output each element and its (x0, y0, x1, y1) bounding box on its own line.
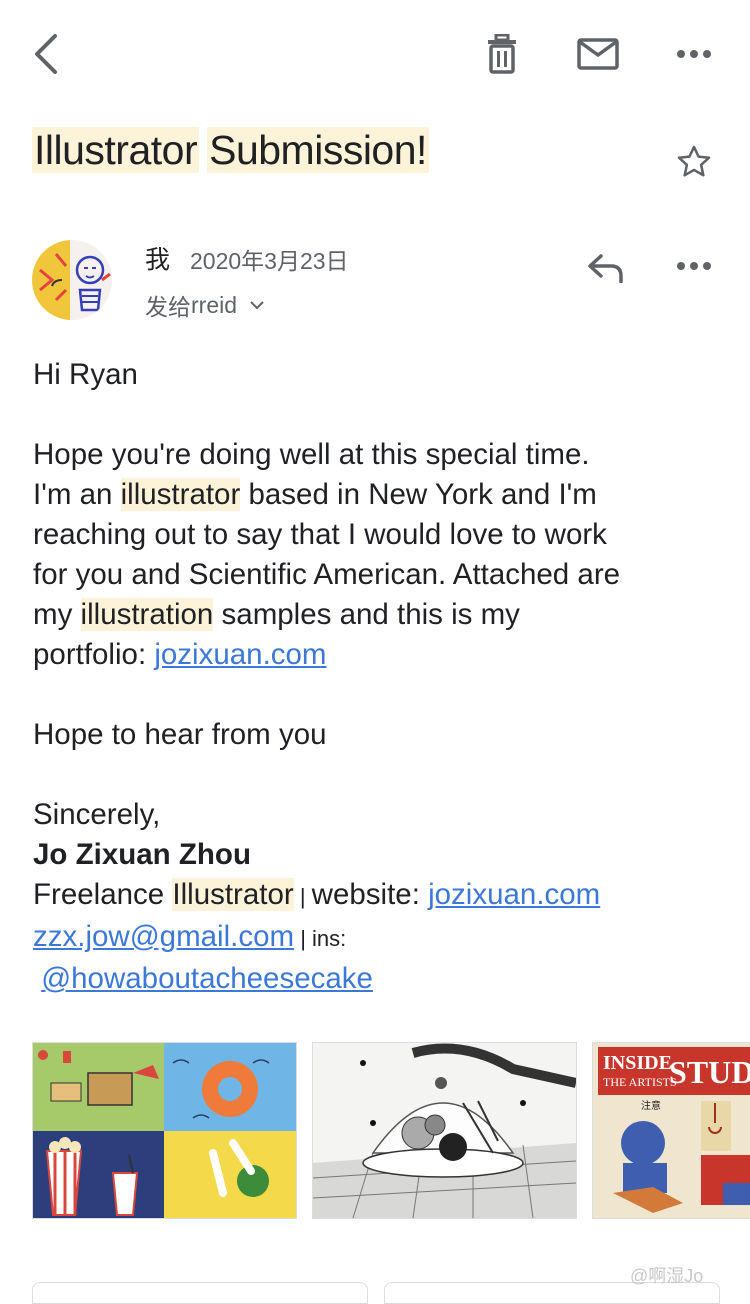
watermark: @啊湿Jo (630, 1266, 704, 1286)
recipient-name: rreid (191, 291, 238, 318)
message-date: 2020年3月23日 (190, 248, 349, 274)
sender-avatar[interactable] (32, 240, 112, 320)
body-line: Hope to hear from you (33, 718, 327, 751)
signature-role: Freelance Illustrator | website: jozixua… (33, 878, 601, 911)
highlight-illustration: illustration (80, 598, 214, 631)
chevron-left-icon (35, 34, 57, 74)
subject-word-submission: Submission! (207, 127, 429, 173)
recipient-prefix: 发给 (145, 294, 191, 320)
trash-icon (488, 34, 516, 74)
attachment-thumbnail[interactable] (312, 1042, 577, 1219)
chevron-down-icon (250, 301, 264, 310)
star-button[interactable] (670, 138, 718, 186)
thumb-cn-label: 注意 (641, 1099, 661, 1112)
reply-button[interactable] (582, 244, 630, 292)
thumb-title-studio: STUDIO (669, 1054, 750, 1090)
website-link[interactable]: jozixuan.com (428, 878, 600, 911)
envelope-icon (577, 38, 619, 70)
recipient-details-toggle[interactable]: 发给 rreid (145, 288, 265, 322)
closing: Sincerely, (33, 798, 161, 831)
email-body: Hi Ryan Hope you're doing well at this s… (33, 355, 733, 999)
sender-name: 我 (145, 246, 171, 274)
signature-instagram: @howaboutacheesecake (33, 959, 733, 999)
portfolio-link[interactable]: jozixuan.com (154, 638, 326, 671)
thumb-title-inside: INSIDE (603, 1052, 672, 1074)
email-link[interactable]: zzx.jow@gmail.com (33, 920, 294, 953)
body-line: reaching out to say that I would love to… (33, 518, 607, 551)
attachment-card[interactable] (32, 1282, 368, 1304)
star-outline-icon (677, 145, 711, 177)
attachment-thumbnail[interactable]: INSIDE THE ARTISTS STUDIO 注意 (592, 1042, 750, 1219)
more-horizontal-icon (677, 262, 711, 270)
more-horizontal-icon (677, 50, 711, 58)
attachment-thumbnail[interactable] (32, 1042, 297, 1219)
body-line: portfolio: jozixuan.com (33, 638, 327, 671)
email-subject: Illustrator Submission! (32, 122, 429, 178)
instagram-link[interactable]: @howaboutacheesecake (41, 962, 373, 995)
subject-word-illustrator: Illustrator (32, 127, 200, 173)
greeting: Hi Ryan (33, 358, 138, 391)
signature-contact: zzx.jow@gmail.com | ins: (33, 920, 347, 953)
back-button[interactable] (22, 30, 70, 78)
signature-name: Jo Zixuan Zhou (33, 838, 251, 871)
more-options-button[interactable] (670, 30, 718, 78)
highlight-illustrator: Illustrator (172, 878, 294, 911)
body-line: for you and Scientific American. Attache… (33, 558, 621, 591)
body-line: Hope you're doing well at this special t… (33, 438, 590, 471)
highlight-illustrator: illustrator (120, 478, 241, 511)
body-line: my illustration samples and this is my (33, 598, 520, 631)
thumb-title-artists: THE ARTISTS (603, 1075, 677, 1089)
delete-button[interactable] (478, 30, 526, 78)
reply-icon (588, 254, 623, 283)
body-line: I'm an illustrator based in New York and… (33, 478, 597, 511)
mark-unread-button[interactable] (574, 30, 622, 78)
message-more-button[interactable] (670, 242, 718, 290)
